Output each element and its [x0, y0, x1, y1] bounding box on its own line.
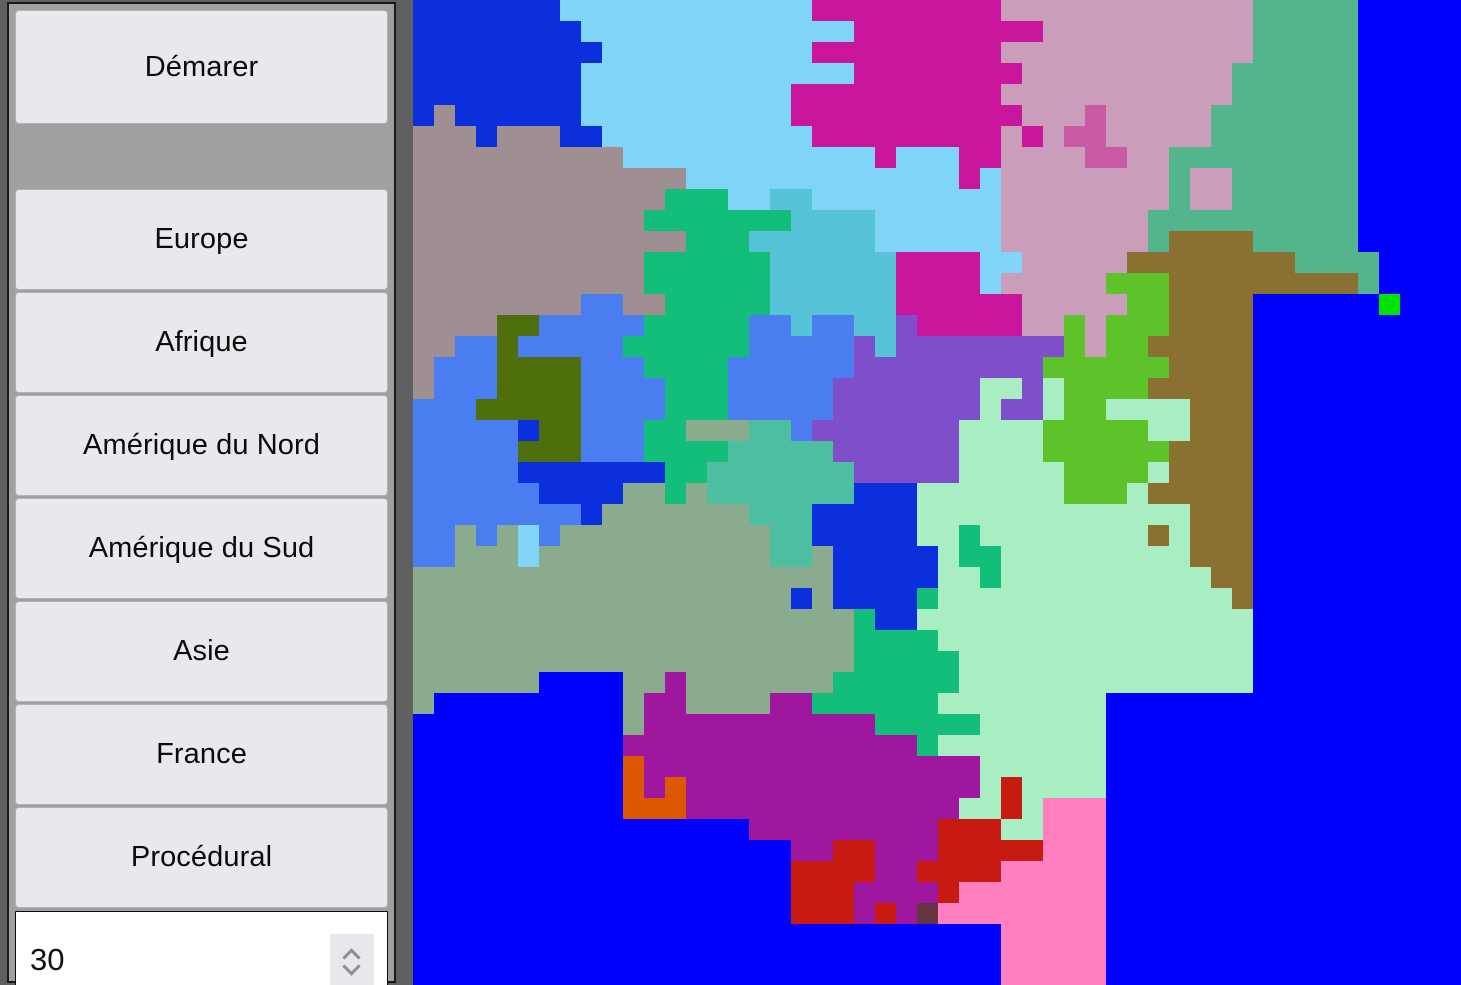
spinbox-stepper[interactable] [330, 934, 374, 985]
procedural-button[interactable]: Procédural [15, 807, 388, 908]
map-viewport[interactable] [413, 0, 1461, 985]
start-button[interactable]: Démarer [15, 10, 388, 124]
amerique-du-nord-button[interactable]: Amérique du Nord [15, 395, 388, 496]
application-window: Démarer Europe Afrique Amérique du Nord … [0, 0, 1461, 985]
france-button[interactable]: France [15, 704, 388, 805]
afrique-button[interactable]: Afrique [15, 292, 388, 393]
panel-spacer [15, 124, 388, 187]
europe-button[interactable]: Europe [15, 189, 388, 290]
chevron-down-icon[interactable] [343, 962, 361, 971]
amerique-du-sud-button[interactable]: Amérique du Sud [15, 498, 388, 599]
seed-input[interactable] [16, 929, 312, 985]
seed-spinbox[interactable] [15, 911, 388, 985]
control-panel: Démarer Europe Afrique Amérique du Nord … [7, 2, 396, 985]
territory-map-canvas[interactable] [413, 0, 1461, 985]
asie-button[interactable]: Asie [15, 601, 388, 702]
